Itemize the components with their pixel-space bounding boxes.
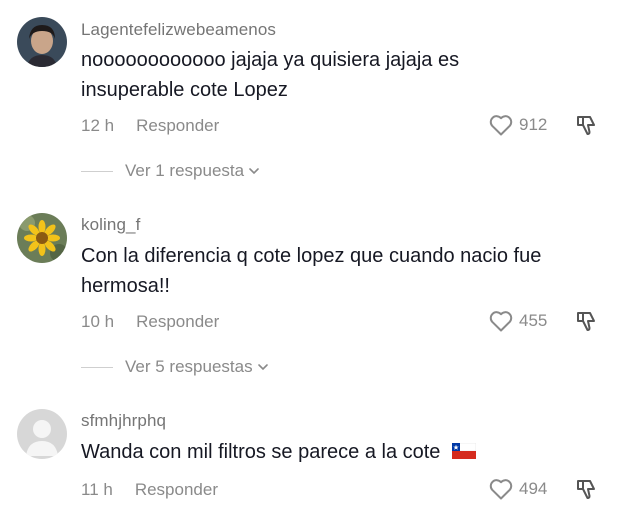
view-replies-label: Ver 5 respuestas bbox=[125, 357, 253, 376]
comment-meta: 12 h Responder bbox=[81, 116, 219, 136]
chevron-down-icon bbox=[249, 168, 259, 175]
comment-text-line: Wanda con mil filtros se parece a la cot… bbox=[81, 441, 441, 463]
comment-text-line: insuperable cote Lopez bbox=[81, 79, 288, 101]
comment-text: Wanda con mil filtros se parece a la cot… bbox=[81, 437, 601, 467]
comment-username[interactable]: Lagentefelizwebeamenos bbox=[81, 20, 276, 40]
comment-time: 12 h bbox=[81, 116, 115, 135]
comment-text: Con la diferencia q cote lopez que cuand… bbox=[81, 241, 601, 301]
view-replies-button[interactable]: Ver 5 respuestas bbox=[81, 357, 270, 377]
comment-time: 10 h bbox=[81, 312, 115, 331]
divider-line bbox=[81, 366, 113, 368]
like-count: 455 bbox=[519, 311, 548, 330]
dislike-button[interactable] bbox=[574, 308, 600, 334]
comment-text-line: noooooooooooo jajaja ya quisiera jajaja … bbox=[81, 49, 460, 71]
like-button[interactable]: 455 bbox=[488, 309, 547, 333]
comment-username[interactable]: sfmhjhrphq bbox=[81, 411, 166, 431]
avatar[interactable] bbox=[17, 409, 67, 459]
default-avatar bbox=[17, 409, 67, 459]
like-count: 912 bbox=[519, 115, 548, 134]
comment-meta: 10 h Responder bbox=[81, 312, 219, 332]
thumbs-down-icon bbox=[577, 116, 595, 135]
dislike-button[interactable] bbox=[574, 476, 600, 502]
reply-button[interactable]: Responder bbox=[135, 480, 218, 500]
chevron-down-icon bbox=[257, 364, 268, 371]
heart-outline-icon bbox=[489, 311, 513, 332]
user-photo-avatar bbox=[17, 17, 67, 67]
reply-button[interactable]: Responder bbox=[136, 312, 219, 332]
avatar[interactable] bbox=[17, 17, 67, 67]
comment-text: noooooooooooo jajaja ya quisiera jajaja … bbox=[81, 45, 601, 105]
comment-time: 11 h bbox=[81, 480, 113, 499]
view-replies-label: Ver 1 respuesta bbox=[125, 161, 245, 180]
heart-outline-icon bbox=[489, 115, 513, 136]
view-replies-button[interactable]: Ver 1 respuesta bbox=[81, 161, 261, 181]
avatar[interactable] bbox=[17, 213, 67, 263]
like-count: 494 bbox=[519, 479, 548, 498]
like-button[interactable]: 912 bbox=[488, 113, 547, 137]
comment-meta: 11 h Responder bbox=[81, 480, 218, 500]
heart-outline-icon bbox=[489, 479, 513, 500]
comment-text-line: Con la diferencia q cote lopez que cuand… bbox=[81, 245, 542, 267]
dislike-button[interactable] bbox=[574, 112, 600, 138]
sunflower-avatar bbox=[17, 213, 67, 263]
thumbs-down-icon bbox=[577, 312, 595, 331]
thumbs-down-icon bbox=[577, 480, 595, 499]
comment-text-line: hermosa!! bbox=[81, 275, 170, 297]
chile-flag-icon bbox=[451, 442, 477, 459]
reply-button[interactable]: Responder bbox=[136, 116, 219, 136]
divider-line bbox=[81, 170, 113, 172]
comment-username[interactable]: koling_f bbox=[81, 215, 140, 235]
like-button[interactable]: 494 bbox=[488, 477, 547, 501]
